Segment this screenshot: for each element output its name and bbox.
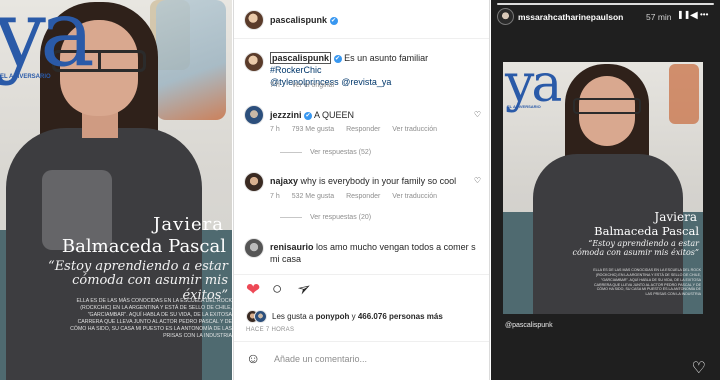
magazine-cover-image: ya EL ANIVERSARIO Javiera Balmaceda Pasc… — [0, 0, 232, 380]
instagram-post-panel: pascalispunk ✔ pascalispunk ✔ Es un asun… — [233, 0, 490, 380]
commenter-avatar[interactable] — [244, 172, 264, 192]
comment-item: renisaurio los amo mucho vengan todos a … — [270, 241, 486, 265]
translate-button[interactable]: Ver traducción — [392, 193, 437, 200]
translate-button[interactable]: Ver traducción — [392, 126, 437, 133]
comment-item: najaxy why is everybody in your family s… — [270, 176, 470, 186]
share-send-icon[interactable]: ➢ — [293, 277, 315, 301]
comment-like-icon[interactable]: ♡ — [474, 176, 481, 185]
mute-icon[interactable]: ◀ — [690, 10, 698, 21]
story-like-heart-icon[interactable]: ♡ — [692, 358, 706, 378]
cover-name-last: Balmaceda Pascal — [61, 236, 226, 257]
issue-label: EL ANIVERSARIO — [507, 104, 541, 109]
comment-text-continued: mi casa — [270, 254, 302, 265]
caption-username[interactable]: pascalispunk — [270, 52, 332, 64]
story-time: 57 min — [646, 12, 672, 22]
see-original-link[interactable]: Ver el original — [292, 82, 334, 89]
author-avatar[interactable] — [244, 10, 264, 30]
commenter-avatar[interactable] — [244, 238, 264, 258]
story-cover-body-text: Ella es de las más conocidas en la Escue… — [593, 268, 701, 297]
comment-meta: 7 h 532 Me gusta Responder Ver traducció… — [270, 193, 447, 200]
cover-quote: “Estoy aprendiendo a estar cómoda con as… — [48, 259, 228, 303]
post-header: pascalispunk ✔ — [270, 15, 338, 25]
comment-text: why is everybody in your family so cool — [300, 176, 457, 186]
caption-time: 7 h — [270, 82, 280, 89]
likes-count[interactable]: 466.076 personas más — [358, 312, 443, 321]
magazine-masthead: ya — [0, 0, 95, 87]
post-timestamp: HACE 7 HORAS — [246, 327, 295, 333]
story-shared-post-card[interactable]: ya EL ANIVERSARIO Javiera Balmaceda Pasc… — [503, 62, 703, 314]
verified-icon: ✔ — [333, 54, 342, 63]
story-mention-link[interactable]: @pascalispunk — [505, 322, 553, 329]
comment-time: 7 h — [270, 126, 280, 133]
hashtag-link[interactable]: #RockerChic — [270, 65, 322, 75]
comment-bubble-icon[interactable]: ○ — [272, 280, 282, 297]
story-progress-bar — [497, 3, 714, 5]
more-options-icon[interactable]: ••• — [700, 10, 708, 19]
emoji-icon[interactable]: ☺ — [246, 351, 260, 365]
author-username[interactable]: pascalispunk — [270, 15, 327, 25]
cover-body-text: Ella es de las más conocidas en la Escue… — [70, 298, 232, 340]
comment-time: 7 h — [270, 193, 280, 200]
story-cover-name-first: Javiera — [654, 210, 697, 224]
likes-connector: y — [351, 312, 356, 321]
comment-username[interactable]: renisaurio — [270, 242, 314, 252]
caption-text: Es un asunto familiar — [344, 53, 429, 63]
verified-icon: ✔ — [329, 16, 338, 25]
instagram-story-panel: mssarahcatharinepaulson 57 min ❚❚ ◀ ••• … — [491, 0, 720, 380]
likes-summary: Les gusta a ponypoh y 466.076 personas m… — [272, 312, 443, 321]
comment-username[interactable]: jezzzini — [270, 110, 302, 120]
reply-button[interactable]: Responder — [346, 193, 380, 200]
comment-meta: 7 h 793 Me gusta Responder Ver traducció… — [270, 126, 447, 133]
comment-divider — [234, 341, 489, 342]
comment-username[interactable]: najaxy — [270, 176, 298, 186]
story-cover-quote: “Estoy aprendiendo a estar cómoda con as… — [572, 239, 700, 257]
background-decoration — [156, 0, 226, 120]
comment-text: A QUEEN — [314, 110, 355, 120]
reply-button[interactable]: Responder — [346, 126, 380, 133]
cover-name-first: Javiera — [153, 214, 224, 235]
story-author-avatar[interactable] — [497, 8, 514, 25]
background-decoration — [669, 64, 699, 124]
pause-icon[interactable]: ❚❚ — [677, 10, 690, 19]
story-username[interactable]: mssarahcatharinepaulson — [518, 12, 623, 22]
like-heart-icon[interactable]: ❤ — [246, 281, 260, 298]
issue-label: EL ANIVERSARIO — [0, 74, 51, 80]
likes-prefix: Les gusta a — [272, 312, 314, 321]
liker-avatar[interactable] — [254, 310, 267, 323]
verified-icon: ✔ — [304, 111, 313, 120]
actions-divider — [234, 274, 489, 275]
comment-text: los amo mucho vengan todos a comer s — [316, 242, 476, 252]
add-comment-input[interactable]: Añade un comentario... — [274, 354, 367, 364]
caption-avatar[interactable] — [244, 52, 264, 72]
comment-likes[interactable]: 793 Me gusta — [292, 126, 334, 133]
story-cover-name-last: Balmaceda Pascal — [594, 224, 699, 238]
view-replies-button[interactable]: Ver respuestas (20) — [280, 214, 371, 221]
caption-meta: 7 h Ver el original — [270, 82, 344, 89]
comment-item: jezzzini ✔ A QUEEN — [270, 110, 354, 120]
comment-likes[interactable]: 532 Me gusta — [292, 193, 334, 200]
header-divider — [234, 38, 489, 39]
mention-link[interactable]: @revista_ya — [341, 77, 391, 87]
view-replies-button[interactable]: Ver respuestas (52) — [280, 149, 371, 156]
comment-like-icon[interactable]: ♡ — [474, 110, 481, 119]
liker-username[interactable]: ponypoh — [316, 312, 350, 321]
commenter-avatar[interactable] — [244, 105, 264, 125]
